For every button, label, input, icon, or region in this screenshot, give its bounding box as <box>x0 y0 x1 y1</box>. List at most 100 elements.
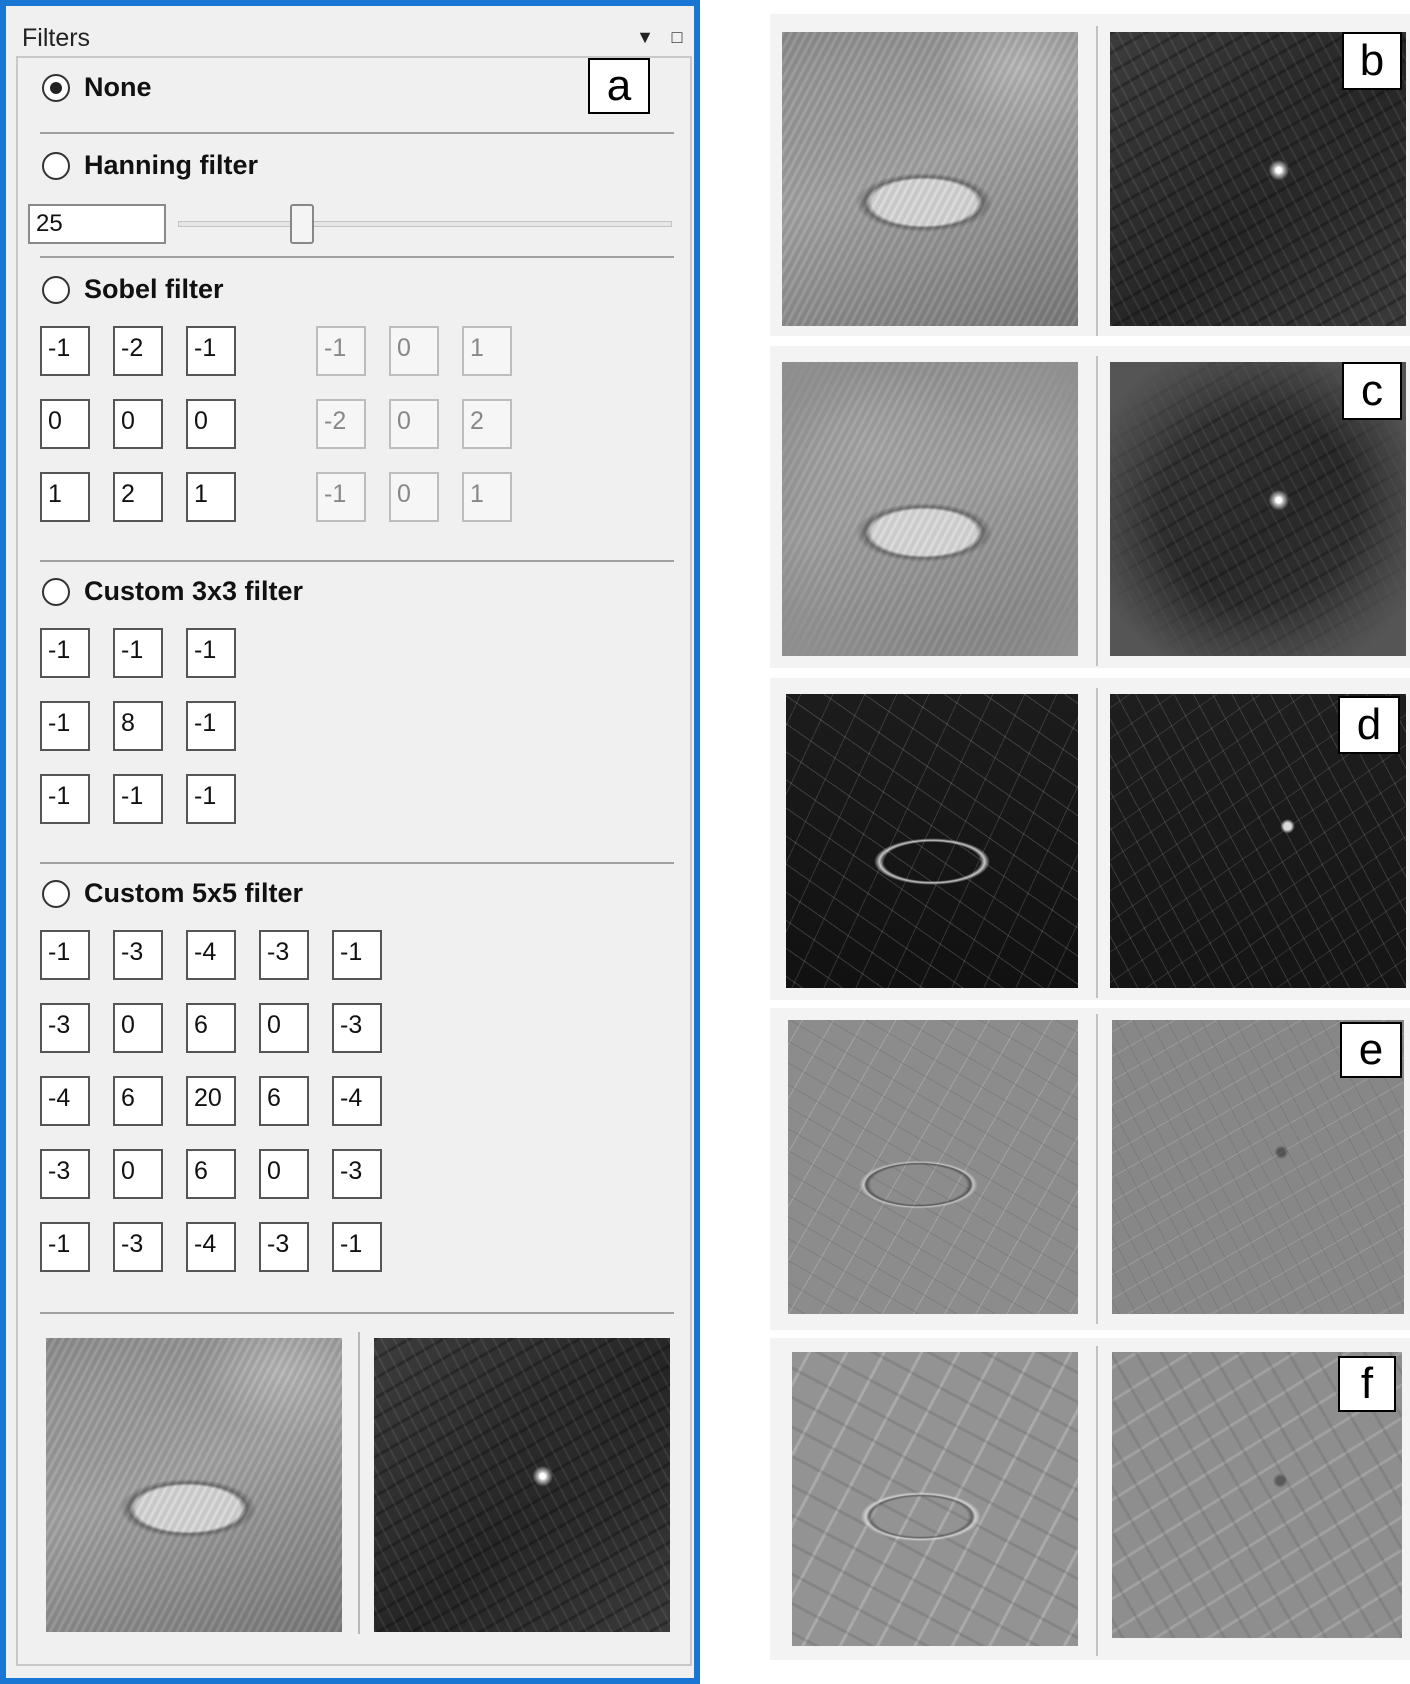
separator <box>40 1312 674 1314</box>
matrix-cell[interactable]: -1 <box>113 628 163 678</box>
panel-titlebar: Filters ▼ □ <box>14 20 686 54</box>
matrix-cell[interactable]: -4 <box>186 930 236 980</box>
row-divider <box>1096 26 1098 336</box>
radio-custom5[interactable]: Custom 5x5 filter <box>42 878 303 909</box>
matrix-cell[interactable]: 2 <box>113 472 163 522</box>
hanning-slider-thumb[interactable] <box>289 204 314 244</box>
matrix-cell: -1 <box>316 326 366 376</box>
matrix-cell[interactable]: -3 <box>113 1222 163 1272</box>
filters-content: a None Hanning filter 25 Sobel filter -1… <box>16 56 692 1666</box>
separator <box>40 132 674 134</box>
matrix-cell[interactable]: 1 <box>40 472 90 522</box>
radio-hanning-label: Hanning filter <box>84 150 258 180</box>
separator <box>40 560 674 562</box>
matrix-cell[interactable]: 1 <box>186 472 236 522</box>
matrix-cell[interactable]: -3 <box>40 1003 90 1053</box>
tag-c: c <box>1342 362 1402 420</box>
matrix-cell: 0 <box>389 472 439 522</box>
matrix-cell[interactable]: 0 <box>40 399 90 449</box>
matrix-cell[interactable]: -1 <box>40 326 90 376</box>
radio-sobel-button[interactable] <box>42 275 70 304</box>
row-divider <box>1096 1014 1098 1324</box>
panel-title: Filters <box>22 24 91 52</box>
matrix-cell[interactable]: 0 <box>113 1003 163 1053</box>
radio-none-label: None <box>84 72 152 102</box>
matrix-cell: 1 <box>462 326 512 376</box>
matrix-cell: -2 <box>316 399 366 449</box>
matrix-cell[interactable]: 6 <box>186 1149 236 1199</box>
matrix-cell[interactable]: -1 <box>186 628 236 678</box>
row-divider <box>1096 688 1098 998</box>
matrix-cell[interactable]: -1 <box>40 628 90 678</box>
row-divider <box>1096 356 1098 666</box>
image-c-left <box>782 362 1078 656</box>
matrix-cell[interactable]: 6 <box>259 1076 309 1126</box>
matrix-cell[interactable]: -1 <box>40 1222 90 1272</box>
matrix-cell[interactable]: -4 <box>332 1076 382 1126</box>
radio-hanning-button[interactable] <box>42 151 70 180</box>
radio-sobel-label: Sobel filter <box>84 274 224 304</box>
radio-custom3-button[interactable] <box>42 577 70 606</box>
separator <box>40 256 674 258</box>
radio-custom3-label: Custom 3x3 filter <box>84 576 304 606</box>
matrix-cell[interactable]: 0 <box>113 1149 163 1199</box>
matrix-cell[interactable]: -1 <box>332 1222 382 1272</box>
image-f-left <box>792 1352 1078 1646</box>
matrix-cell[interactable]: 0 <box>186 399 236 449</box>
matrix-cell: 1 <box>462 472 512 522</box>
separator <box>40 862 674 864</box>
matrix-cell[interactable]: 0 <box>259 1149 309 1199</box>
image-b-left <box>782 32 1078 326</box>
row-divider <box>1096 1346 1098 1656</box>
preview-image-bse <box>374 1338 670 1632</box>
matrix-cell[interactable]: -1 <box>40 774 90 824</box>
matrix-cell[interactable]: -3 <box>40 1149 90 1199</box>
matrix-cell[interactable]: 0 <box>259 1003 309 1053</box>
matrix-cell[interactable]: -1 <box>186 774 236 824</box>
matrix-cell[interactable]: -1 <box>186 326 236 376</box>
maximize-icon[interactable]: □ <box>666 26 688 48</box>
radio-none-button[interactable] <box>42 73 70 102</box>
matrix-cell: 0 <box>389 399 439 449</box>
radio-hanning[interactable]: Hanning filter <box>42 150 258 181</box>
matrix-cell[interactable]: 20 <box>186 1076 236 1126</box>
matrix-cell[interactable]: 8 <box>113 701 163 751</box>
tag-e: e <box>1340 1022 1402 1078</box>
matrix-cell[interactable]: -1 <box>40 930 90 980</box>
radio-custom3[interactable]: Custom 3x3 filter <box>42 576 303 607</box>
matrix-cell[interactable]: 6 <box>113 1076 163 1126</box>
matrix-cell[interactable]: -4 <box>186 1222 236 1272</box>
matrix-cell[interactable]: 0 <box>113 399 163 449</box>
image-e-left <box>788 1020 1078 1314</box>
preview-image-se <box>46 1338 342 1632</box>
radio-custom5-button[interactable] <box>42 879 70 908</box>
matrix-cell[interactable]: -1 <box>40 701 90 751</box>
matrix-cell[interactable]: -3 <box>332 1149 382 1199</box>
matrix-cell: 0 <box>389 326 439 376</box>
matrix-cell[interactable]: -1 <box>186 701 236 751</box>
matrix-cell[interactable]: -4 <box>40 1076 90 1126</box>
matrix-cell[interactable]: -1 <box>332 930 382 980</box>
hanning-value-input[interactable]: 25 <box>28 204 166 244</box>
image-d-left <box>786 694 1078 988</box>
matrix-cell[interactable]: 6 <box>186 1003 236 1053</box>
radio-custom5-label: Custom 5x5 filter <box>84 878 304 908</box>
hanning-slider-track[interactable] <box>178 221 672 227</box>
matrix-cell[interactable]: -3 <box>113 930 163 980</box>
tag-d: d <box>1338 696 1400 754</box>
tag-f: f <box>1338 1356 1396 1412</box>
tag-b: b <box>1342 32 1402 90</box>
matrix-cell[interactable]: -3 <box>259 1222 309 1272</box>
matrix-cell[interactable]: -1 <box>113 774 163 824</box>
matrix-cell: 2 <box>462 399 512 449</box>
radio-sobel[interactable]: Sobel filter <box>42 274 224 305</box>
preview-divider <box>358 1332 360 1634</box>
matrix-cell: -1 <box>316 472 366 522</box>
matrix-cell[interactable]: -3 <box>259 930 309 980</box>
radio-none[interactable]: None <box>42 72 152 103</box>
matrix-cell[interactable]: -3 <box>332 1003 382 1053</box>
filters-panel: Filters ▼ □ a None Hanning filter 25 Sob… <box>0 0 700 1684</box>
matrix-cell[interactable]: -2 <box>113 326 163 376</box>
dropdown-arrow-icon[interactable]: ▼ <box>634 26 656 48</box>
panel-tag-a: a <box>588 58 650 114</box>
